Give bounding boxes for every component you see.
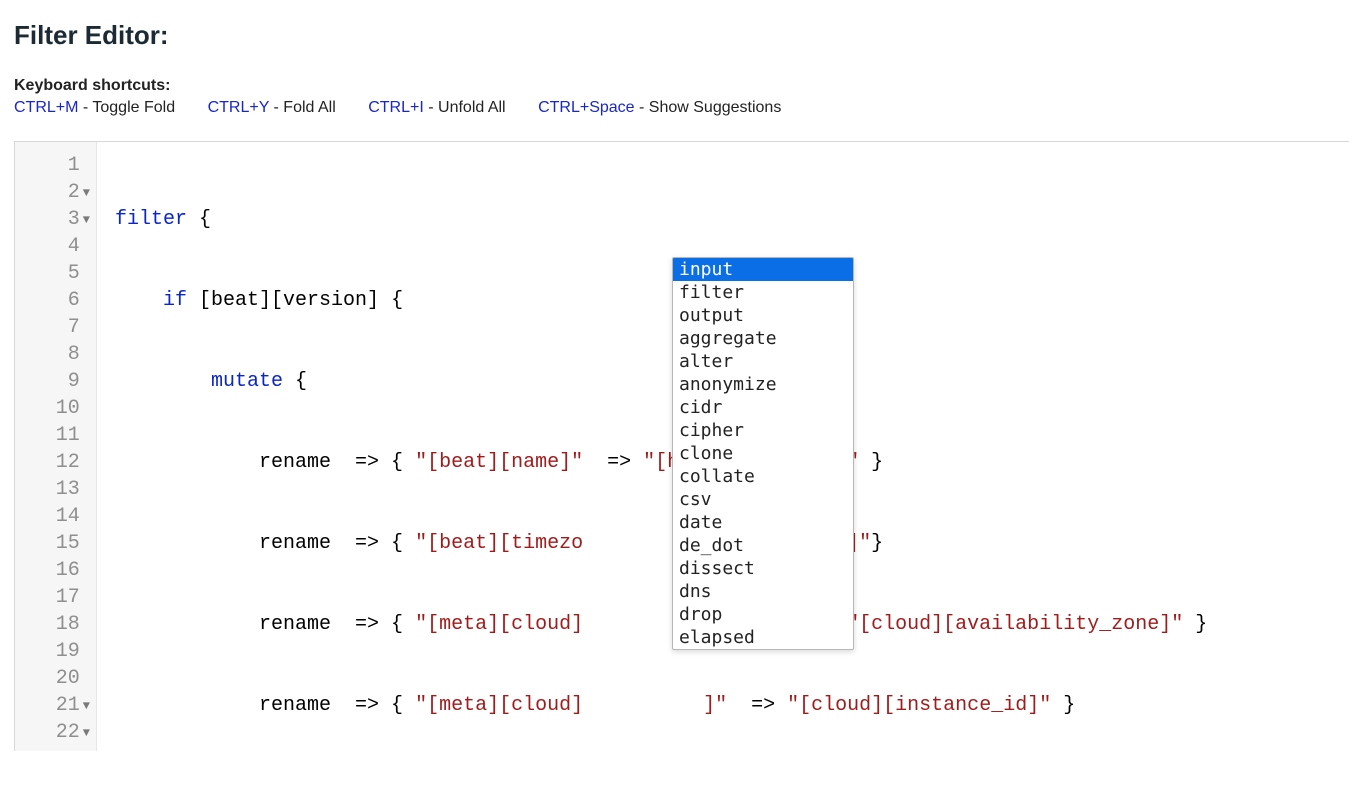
editor-code-area[interactable]: filter { if [beat][version] { mutate { r… bbox=[97, 142, 1349, 751]
gutter-line[interactable]: 20▼ bbox=[15, 665, 96, 692]
autocomplete-item[interactable]: dns bbox=[673, 580, 853, 603]
autocomplete-item[interactable]: cipher bbox=[673, 419, 853, 442]
shortcut-desc: - Unfold All bbox=[424, 99, 506, 116]
shortcut-desc: - Fold All bbox=[269, 99, 336, 116]
fold-caret-icon[interactable]: ▼ bbox=[80, 726, 90, 740]
gutter-line[interactable]: 8▼ bbox=[15, 341, 96, 368]
gutter-line[interactable]: 7▼ bbox=[15, 314, 96, 341]
shortcut-item: CTRL+M - Toggle Fold bbox=[14, 99, 175, 117]
autocomplete-item[interactable]: anonymize bbox=[673, 373, 853, 396]
shortcut-desc: - Show Suggestions bbox=[635, 99, 782, 116]
autocomplete-popup[interactable]: inputfilteroutputaggregatealteranonymize… bbox=[672, 257, 854, 650]
fold-caret-icon[interactable]: ▼ bbox=[80, 213, 90, 227]
shortcuts-heading: Keyboard shortcuts: bbox=[14, 77, 1349, 95]
gutter-line[interactable]: 18▼ bbox=[15, 611, 96, 638]
shortcut-desc: - Toggle Fold bbox=[78, 99, 175, 116]
autocomplete-item[interactable]: de_dot bbox=[673, 534, 853, 557]
gutter-line[interactable]: 6▼ bbox=[15, 287, 96, 314]
gutter-line[interactable]: 11▼ bbox=[15, 422, 96, 449]
autocomplete-item[interactable]: aggregate bbox=[673, 327, 853, 350]
autocomplete-item[interactable]: input bbox=[673, 258, 853, 281]
page-title: Filter Editor: bbox=[14, 20, 1349, 51]
editor-gutter: 1▼2▼3▼4▼5▼6▼7▼8▼9▼10▼11▼12▼13▼14▼15▼16▼1… bbox=[15, 142, 97, 751]
fold-caret-icon[interactable]: ▼ bbox=[80, 699, 90, 713]
gutter-line[interactable]: 9▼ bbox=[15, 368, 96, 395]
autocomplete-item[interactable]: date bbox=[673, 511, 853, 534]
autocomplete-item[interactable]: collate bbox=[673, 465, 853, 488]
gutter-line[interactable]: 13▼ bbox=[15, 476, 96, 503]
gutter-line[interactable]: 1▼ bbox=[15, 152, 96, 179]
shortcut-key: CTRL+Y bbox=[208, 99, 270, 116]
gutter-line[interactable]: 14▼ bbox=[15, 503, 96, 530]
gutter-line[interactable]: 10▼ bbox=[15, 395, 96, 422]
gutter-line[interactable]: 12▼ bbox=[15, 449, 96, 476]
code-editor[interactable]: 1▼2▼3▼4▼5▼6▼7▼8▼9▼10▼11▼12▼13▼14▼15▼16▼1… bbox=[14, 141, 1349, 751]
autocomplete-item[interactable]: dissect bbox=[673, 557, 853, 580]
gutter-line[interactable]: 4▼ bbox=[15, 233, 96, 260]
gutter-line[interactable]: 16▼ bbox=[15, 557, 96, 584]
shortcut-item: CTRL+Y - Fold All bbox=[208, 99, 336, 117]
gutter-line[interactable]: 2▼ bbox=[15, 179, 96, 206]
gutter-line[interactable]: 17▼ bbox=[15, 584, 96, 611]
autocomplete-item[interactable]: clone bbox=[673, 442, 853, 465]
code-line[interactable]: rename => { "[meta][cloud] ]" => "[cloud… bbox=[115, 692, 1349, 719]
fold-caret-icon[interactable]: ▼ bbox=[80, 186, 90, 200]
code-line[interactable]: filter { bbox=[115, 206, 1349, 233]
gutter-line[interactable]: 5▼ bbox=[15, 260, 96, 287]
gutter-line[interactable]: 22▼ bbox=[15, 719, 96, 746]
shortcut-item: CTRL+I - Unfold All bbox=[368, 99, 505, 117]
autocomplete-item[interactable]: output bbox=[673, 304, 853, 327]
shortcut-key: CTRL+M bbox=[14, 99, 78, 116]
autocomplete-item[interactable]: filter bbox=[673, 281, 853, 304]
autocomplete-item[interactable]: elapsed bbox=[673, 626, 853, 649]
shortcut-key: CTRL+Space bbox=[538, 99, 635, 116]
gutter-line[interactable]: 3▼ bbox=[15, 206, 96, 233]
autocomplete-item[interactable]: alter bbox=[673, 350, 853, 373]
shortcuts-row: CTRL+M - Toggle Fold CTRL+Y - Fold All C… bbox=[14, 99, 1349, 117]
autocomplete-item[interactable]: cidr bbox=[673, 396, 853, 419]
gutter-line[interactable]: 15▼ bbox=[15, 530, 96, 557]
gutter-line[interactable]: 21▼ bbox=[15, 692, 96, 719]
autocomplete-item[interactable]: csv bbox=[673, 488, 853, 511]
shortcut-key: CTRL+I bbox=[368, 99, 424, 116]
autocomplete-item[interactable]: drop bbox=[673, 603, 853, 626]
gutter-line[interactable]: 19▼ bbox=[15, 638, 96, 665]
shortcut-item: CTRL+Space - Show Suggestions bbox=[538, 99, 781, 117]
